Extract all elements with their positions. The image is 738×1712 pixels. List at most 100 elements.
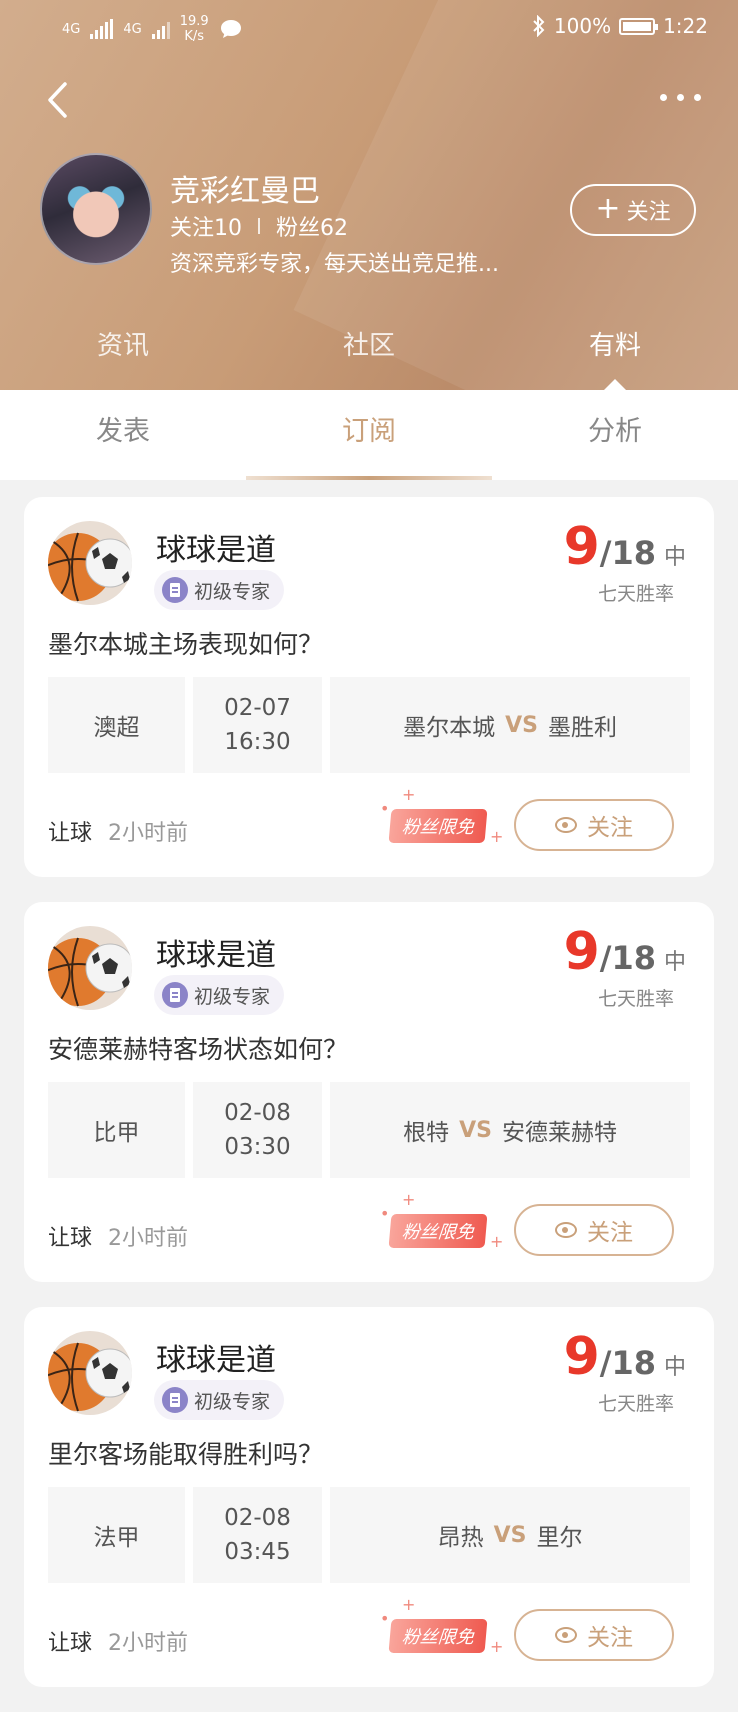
message-icon [220,20,241,38]
tab-subscribed[interactable]: 订阅 [246,390,492,480]
sparkle-icon: + [402,785,416,804]
away-team: 墨胜利 [547,715,617,741]
post-time: 2小时前 [108,1631,188,1656]
eye-icon [555,1627,577,1643]
status-right: 100% 1:22 [532,14,708,38]
post-time: 2小时前 [108,821,188,846]
match-teams: 墨尔本城 VS 墨胜利 [330,677,690,773]
win-rate-label: 七天胜率 [597,988,674,1010]
win-score: 9 /18 中 [564,517,686,577]
watch-label: 关注 [587,1625,633,1651]
speed-unit: K/s [184,29,205,44]
author-name: 球球是道 [156,1343,276,1378]
sparkle-icon: + [490,827,504,846]
sparkle-icon: + [490,1637,504,1656]
league: 法甲 [48,1487,185,1583]
score-hit: 9 [563,922,600,982]
profile-description: 资深竞彩专家，每天送出竞足推... [170,252,499,277]
score-suffix: 中 [663,545,686,570]
bet-type: 让球 [48,1226,93,1251]
back-button[interactable] [40,78,80,122]
home-team: 昂热 [437,1525,484,1551]
status-bar: 4G 4G 19.9 K/s 100% 1:22 [0,0,738,56]
match-info: 法甲 02-08 03:45 昂热 VS 里尔 [48,1487,690,1583]
tab-youliao[interactable]: 有料 [492,320,738,390]
sparkle-icon: • [380,1609,390,1628]
expert-badge: 初级专家 [154,1380,285,1420]
more-button[interactable] [660,82,710,112]
fans-count[interactable]: 粉丝62 [276,210,348,242]
tip-question: 里尔客场能取得胜利吗？ [48,1440,324,1469]
watch-button[interactable]: 关注 [514,799,674,851]
match-clock: 03:45 [224,1539,291,1565]
eye-icon [555,817,577,833]
bet-type: 让球 [48,821,93,846]
avatar[interactable] [40,153,152,265]
match-clock: 03:30 [224,1134,291,1160]
tip-card[interactable]: 球球是道 初级专家 9 /18 中 七天胜率 里尔客场能取得胜利吗？ 法甲 02… [24,1307,714,1687]
score-suffix: 中 [663,950,686,975]
main-tabs: 资讯 社区 有料 [0,320,738,390]
tip-card[interactable]: 球球是道 初级专家 9 /18 中 七天胜率 安德莱赫特客场状态如何？ 比甲 0… [24,902,714,1282]
away-team: 安德莱赫特 [501,1120,617,1146]
author-avatar[interactable] [48,521,132,605]
tab-news[interactable]: 资讯 [0,320,246,380]
tab-community[interactable]: 社区 [246,320,492,380]
profile-header: 4G 4G 19.9 K/s 100% 1:22 竞彩红曼巴 关注10 粉丝62… [0,0,738,390]
following-count[interactable]: 关注10 [170,210,242,242]
match-teams: 昂热 VS 里尔 [330,1487,690,1583]
match-clock: 16:30 [224,729,291,755]
match-teams: 根特 VS 安德莱赫特 [330,1082,690,1178]
badge-label: 初级专家 [194,1390,271,1413]
match-date: 02-07 [224,695,291,721]
author-name: 球球是道 [156,938,276,973]
watch-label: 关注 [587,1220,633,1246]
win-rate-label: 七天胜率 [597,1393,674,1415]
expert-badge-icon [162,1387,188,1413]
stats-divider [258,218,260,234]
battery-percent: 100% [553,14,612,38]
speed-value: 19.9 [179,14,209,29]
fans-free-badge: 粉丝限免 [388,1214,488,1248]
tip-list: 球球是道 初级专家 9 /18 中 七天胜率 墨尔本城主场表现如何？ 澳超 02… [24,497,714,1712]
league: 比甲 [48,1082,185,1178]
tip-question: 墨尔本城主场表现如何？ [48,630,324,659]
match-time: 02-07 16:30 [193,677,322,773]
win-score: 9 /18 中 [564,1327,686,1387]
profile-stats: 关注10 粉丝62 [170,210,348,242]
watch-button[interactable]: 关注 [514,1609,674,1661]
watch-label: 关注 [587,815,633,841]
fans-free-badge: 粉丝限免 [388,1619,488,1653]
score-total: /18 [599,1344,656,1382]
home-team: 墨尔本城 [403,715,496,741]
vs-label: VS [505,712,538,738]
score-total: /18 [599,534,656,572]
author-avatar[interactable] [48,926,132,1010]
league: 澳超 [48,677,185,773]
badge-label: 初级专家 [194,580,271,603]
author-avatar[interactable] [48,1331,132,1415]
vs-label: VS [493,1522,527,1548]
score-hit: 9 [563,517,600,577]
signal-icon-2 [151,19,170,39]
tab-analysis[interactable]: 分析 [492,390,738,480]
match-time: 02-08 03:30 [193,1082,322,1178]
bet-type: 让球 [48,1631,93,1656]
expert-badge: 初级专家 [154,570,285,610]
win-score: 9 /18 中 [564,922,686,982]
match-date: 02-08 [224,1505,291,1531]
away-team: 里尔 [536,1525,583,1551]
tip-card[interactable]: 球球是道 初级专家 9 /18 中 七天胜率 墨尔本城主场表现如何？ 澳超 02… [24,497,714,877]
score-hit: 9 [563,1327,600,1387]
watch-button[interactable]: 关注 [514,1204,674,1256]
sparkle-icon: + [402,1595,416,1614]
sparkle-icon: • [380,1204,390,1223]
network-label-1: 4G [62,21,81,37]
battery-icon [619,17,659,35]
more-dot [694,93,701,101]
sub-tabs: 发表 订阅 分析 [0,390,738,480]
expert-badge-icon [162,577,188,603]
expert-badge: 初级专家 [154,975,285,1015]
follow-button[interactable]: + 关注 [570,184,696,236]
tab-published[interactable]: 发表 [0,390,246,480]
